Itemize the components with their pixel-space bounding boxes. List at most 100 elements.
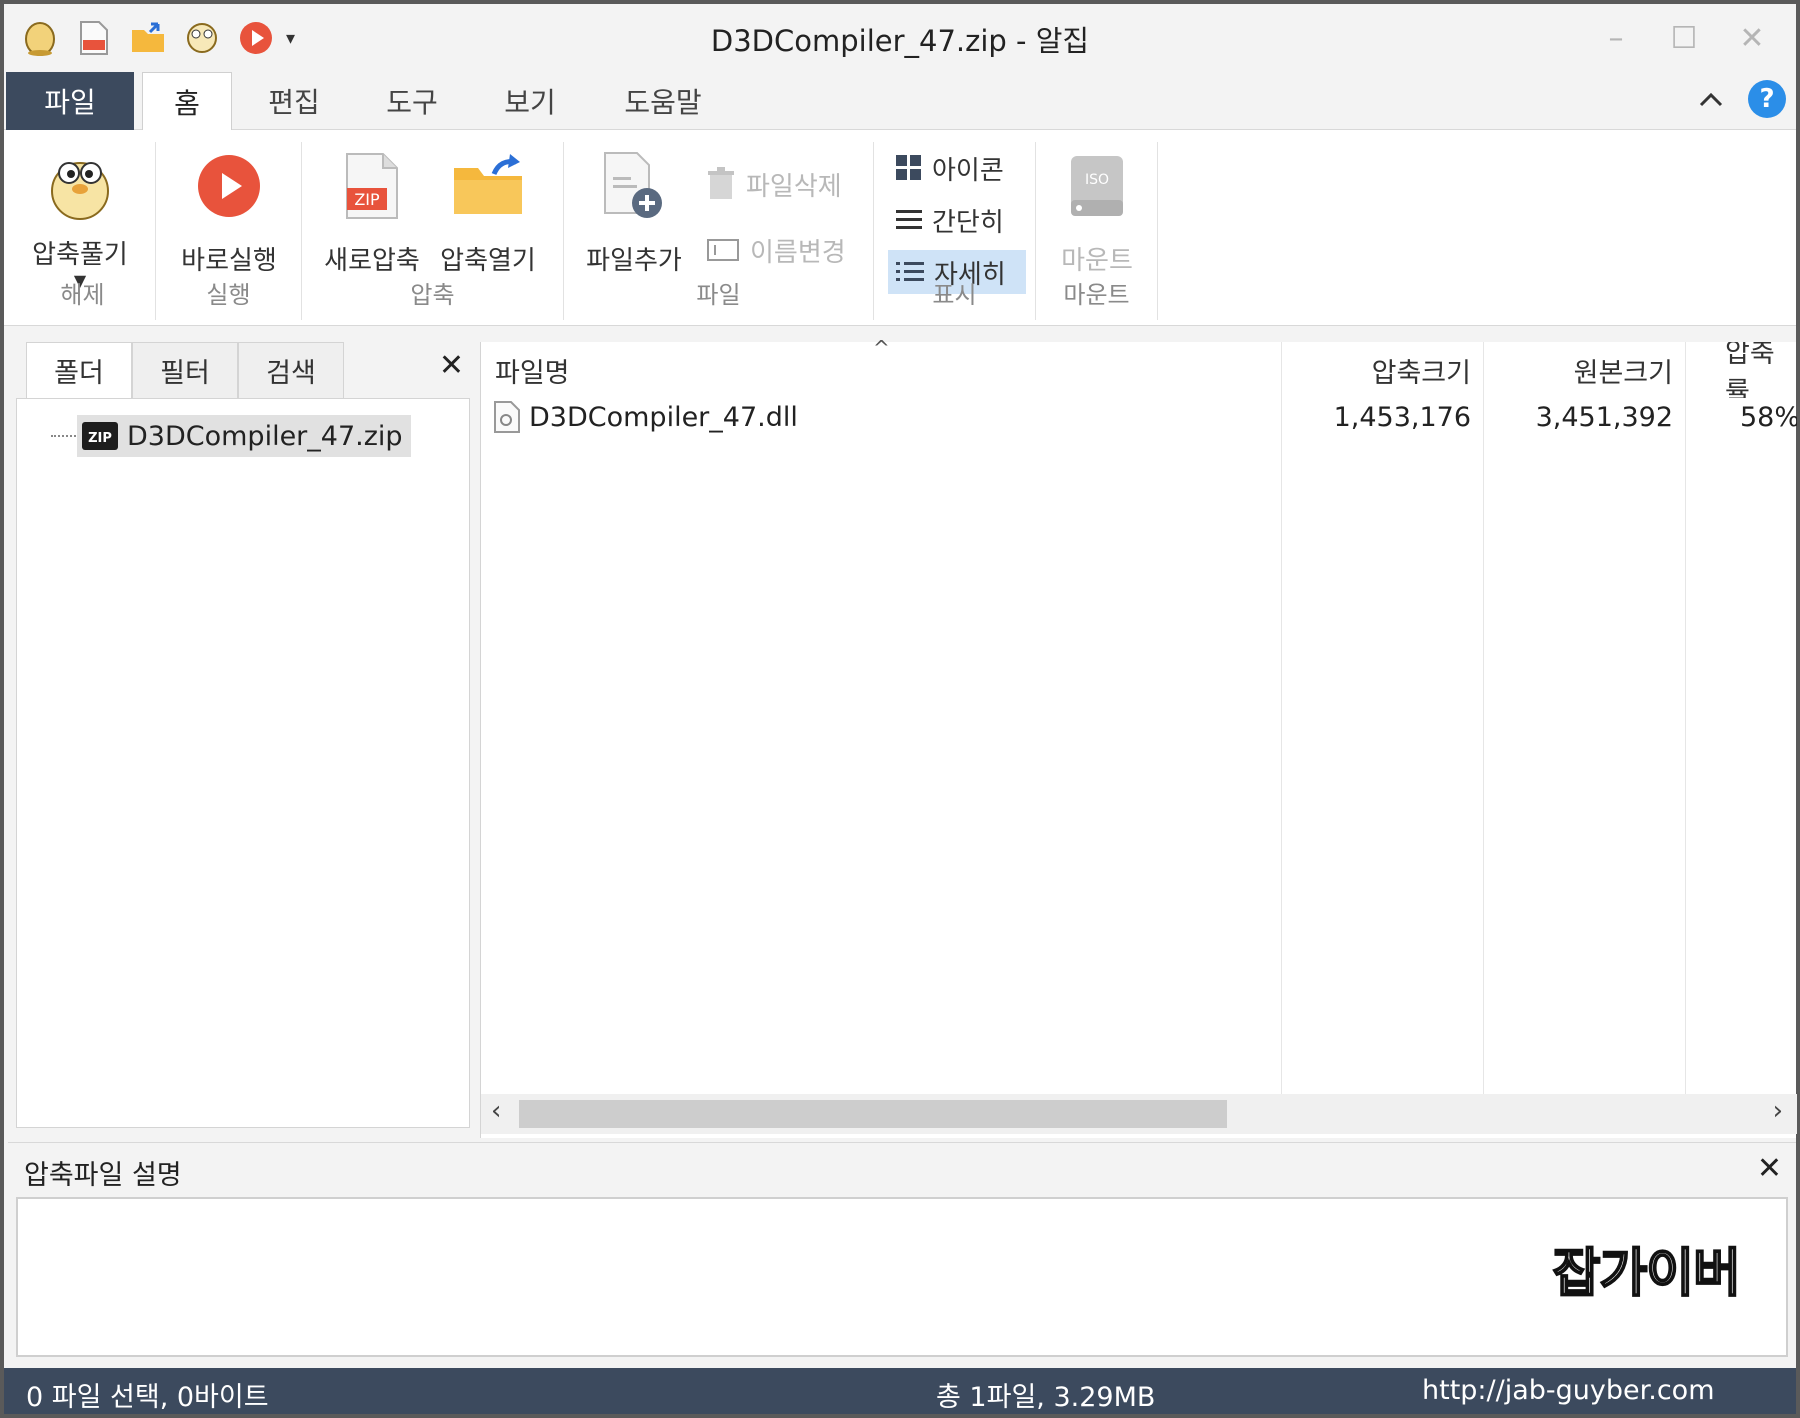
trash-icon xyxy=(708,167,734,199)
iso-disk-icon: ISO xyxy=(1057,146,1137,226)
group-view: 아이콘 간단히 자세히 표시 xyxy=(874,142,1036,320)
tree-item-label: D3DCompiler_47.zip xyxy=(127,420,403,452)
minimize-icon[interactable]: – xyxy=(1582,16,1650,60)
scroll-left-icon[interactable]: ‹ xyxy=(491,1096,501,1126)
tab-filter[interactable]: 필터 xyxy=(132,342,238,398)
scroll-right-icon[interactable]: › xyxy=(1773,1096,1783,1126)
title-bar: ▾ D3DCompiler_47.zip - 알집 – ☐ ✕ xyxy=(4,4,1796,72)
extract-label: 압축풀기 xyxy=(32,240,128,270)
status-selection: 0 파일 선택, 0바이트 xyxy=(26,1382,269,1413)
window-title: D3DCompiler_47.zip - 알집 xyxy=(710,24,1090,58)
run-button[interactable]: 바로실행 xyxy=(173,142,285,277)
extract-mascot-icon xyxy=(40,146,120,226)
zip-archive-icon: ZIP xyxy=(82,422,118,450)
zip-badge-text: ZIP xyxy=(354,190,380,209)
dll-file-icon xyxy=(494,401,520,433)
group-label-compress: 압축 xyxy=(410,281,455,309)
ratio-cell: 58% xyxy=(1740,401,1797,433)
new-zip-label: 새로압축 xyxy=(324,246,420,276)
view-icons-button[interactable]: 아이콘 xyxy=(888,146,1012,190)
description-textbox[interactable] xyxy=(16,1197,1788,1357)
tree-item-archive[interactable]: ZIP D3DCompiler_47.zip xyxy=(77,415,411,457)
tab-search[interactable]: 검색 xyxy=(238,342,344,398)
list-icon xyxy=(896,210,922,229)
rename-label: 이름변경 xyxy=(750,237,846,268)
group-label-mount: 마운트 xyxy=(1063,281,1130,309)
collapse-ribbon-icon[interactable] xyxy=(1698,89,1724,109)
maximize-icon[interactable]: ☐ xyxy=(1650,16,1718,60)
file-name: D3DCompiler_47.dll xyxy=(529,401,798,433)
ribbon: 압축풀기 ▼ 해제 바로실행 실행 ZIP 새로압축 압축열기 압축 파일추가 … xyxy=(4,130,1796,326)
column-divider[interactable] xyxy=(1281,342,1282,1102)
group-label-run: 실행 xyxy=(206,281,251,309)
help-icon[interactable]: ? xyxy=(1748,80,1786,118)
column-header-ratio[interactable]: 압축률 xyxy=(1725,342,1797,398)
status-bar: 0 파일 선택, 0바이트 총 1파일, 3.29MB http://jab-g… xyxy=(4,1368,1796,1414)
group-mount: ISO 마운트 마운트 xyxy=(1036,142,1158,320)
tab-view[interactable]: 보기 xyxy=(480,72,580,130)
group-file: 파일추가 파일삭제 이름변경 파일 xyxy=(564,142,874,320)
description-panel: 압축파일 설명 ✕ 잡가이버 xyxy=(8,1142,1796,1364)
description-title: 압축파일 설명 xyxy=(24,1160,182,1191)
new-zip-button[interactable]: ZIP 새로압축 xyxy=(316,142,428,277)
zip-file-icon: ZIP xyxy=(332,146,412,226)
add-file-icon xyxy=(594,146,674,226)
delete-file-button[interactable]: 파일삭제 xyxy=(698,162,850,206)
folder-panel-tabs: 폴더 필터 검색 xyxy=(26,342,344,398)
group-extract: 압축풀기 ▼ 해제 xyxy=(10,142,156,320)
tab-edit[interactable]: 편집 xyxy=(244,72,344,130)
tree-connector xyxy=(51,435,79,437)
open-zip-button[interactable]: 압축열기 xyxy=(432,142,544,277)
rename-button[interactable]: 이름변경 xyxy=(698,228,854,272)
column-header-packed-size[interactable]: 압축크기 xyxy=(1281,342,1471,398)
ratio-cell-clip: 58% xyxy=(1685,394,1797,440)
scrollbar-thumb[interactable] xyxy=(519,1100,1227,1128)
folder-tree: ZIP D3DCompiler_47.zip xyxy=(16,398,470,1128)
view-simple-label: 간단히 xyxy=(932,207,1004,238)
zip-badge-label: ZIP xyxy=(88,431,112,446)
file-list: ^ 파일명 압축크기 원본크기 압축률 D3DCompiler_47.dll 1… xyxy=(480,336,1797,1138)
ribbon-tabs: 파일 홈 편집 도구 보기 도움말 ? xyxy=(4,72,1796,131)
tab-right-controls: ? xyxy=(1698,80,1786,118)
grid-icon xyxy=(896,155,921,180)
column-header-original-size[interactable]: 원본크기 xyxy=(1483,342,1673,398)
alzip-window: ▾ D3DCompiler_47.zip - 알집 – ☐ ✕ 파일 홈 편집 … xyxy=(0,0,1800,1418)
folder-panel: 폴더 필터 검색 ✕ ZIP D3DCompiler_47.zip xyxy=(12,342,474,1132)
mount-label: 마운트 xyxy=(1061,246,1133,276)
mount-button[interactable]: ISO 마운트 xyxy=(1041,142,1153,277)
status-total: 총 1파일, 3.29MB xyxy=(936,1382,1156,1413)
horizontal-scrollbar[interactable]: ‹ › xyxy=(481,1094,1797,1134)
group-run: 바로실행 실행 xyxy=(156,142,302,320)
folder-panel-close-icon[interactable]: ✕ xyxy=(439,348,464,383)
rename-icon xyxy=(707,239,739,261)
extract-button[interactable]: 압축풀기 ▼ xyxy=(24,142,136,290)
tab-folder[interactable]: 폴더 xyxy=(26,342,132,398)
play-icon xyxy=(189,146,269,226)
tab-help[interactable]: 도움말 xyxy=(608,72,718,130)
view-simple-button[interactable]: 간단히 xyxy=(888,198,1012,242)
table-row[interactable]: D3DCompiler_47.dll 1,453,176 3,451,392 5… xyxy=(493,394,1797,440)
iso-label: ISO xyxy=(1085,172,1109,188)
status-url: http://jab-guyber.com xyxy=(1422,1375,1715,1406)
tab-home[interactable]: 홈 xyxy=(142,72,232,131)
group-label-extract: 해제 xyxy=(60,281,105,309)
tab-file[interactable]: 파일 xyxy=(6,72,134,130)
column-divider[interactable] xyxy=(1685,342,1686,1102)
tab-tools[interactable]: 도구 xyxy=(362,72,462,130)
run-label: 바로실행 xyxy=(181,246,277,276)
description-close-icon[interactable]: ✕ xyxy=(1757,1151,1782,1186)
watermark: 잡가이버 xyxy=(1552,1243,1742,1305)
open-zip-label: 압축열기 xyxy=(440,246,536,276)
group-label-view: 표시 xyxy=(932,281,977,309)
group-label-file: 파일 xyxy=(696,281,741,309)
column-divider[interactable] xyxy=(1483,342,1484,1102)
packed-size-cell: 1,453,176 xyxy=(1333,401,1471,433)
add-file-button[interactable]: 파일추가 xyxy=(578,142,690,277)
group-compress: ZIP 새로압축 압축열기 압축 xyxy=(302,142,564,320)
close-icon[interactable]: ✕ xyxy=(1718,16,1786,60)
file-name-cell: D3DCompiler_47.dll xyxy=(493,394,798,440)
delete-file-label: 파일삭제 xyxy=(746,171,842,202)
window-controls: – ☐ ✕ xyxy=(1582,16,1786,60)
column-header-name[interactable]: 파일명 xyxy=(495,342,570,398)
column-header-ratio-clip: 압축률 xyxy=(1685,342,1797,398)
